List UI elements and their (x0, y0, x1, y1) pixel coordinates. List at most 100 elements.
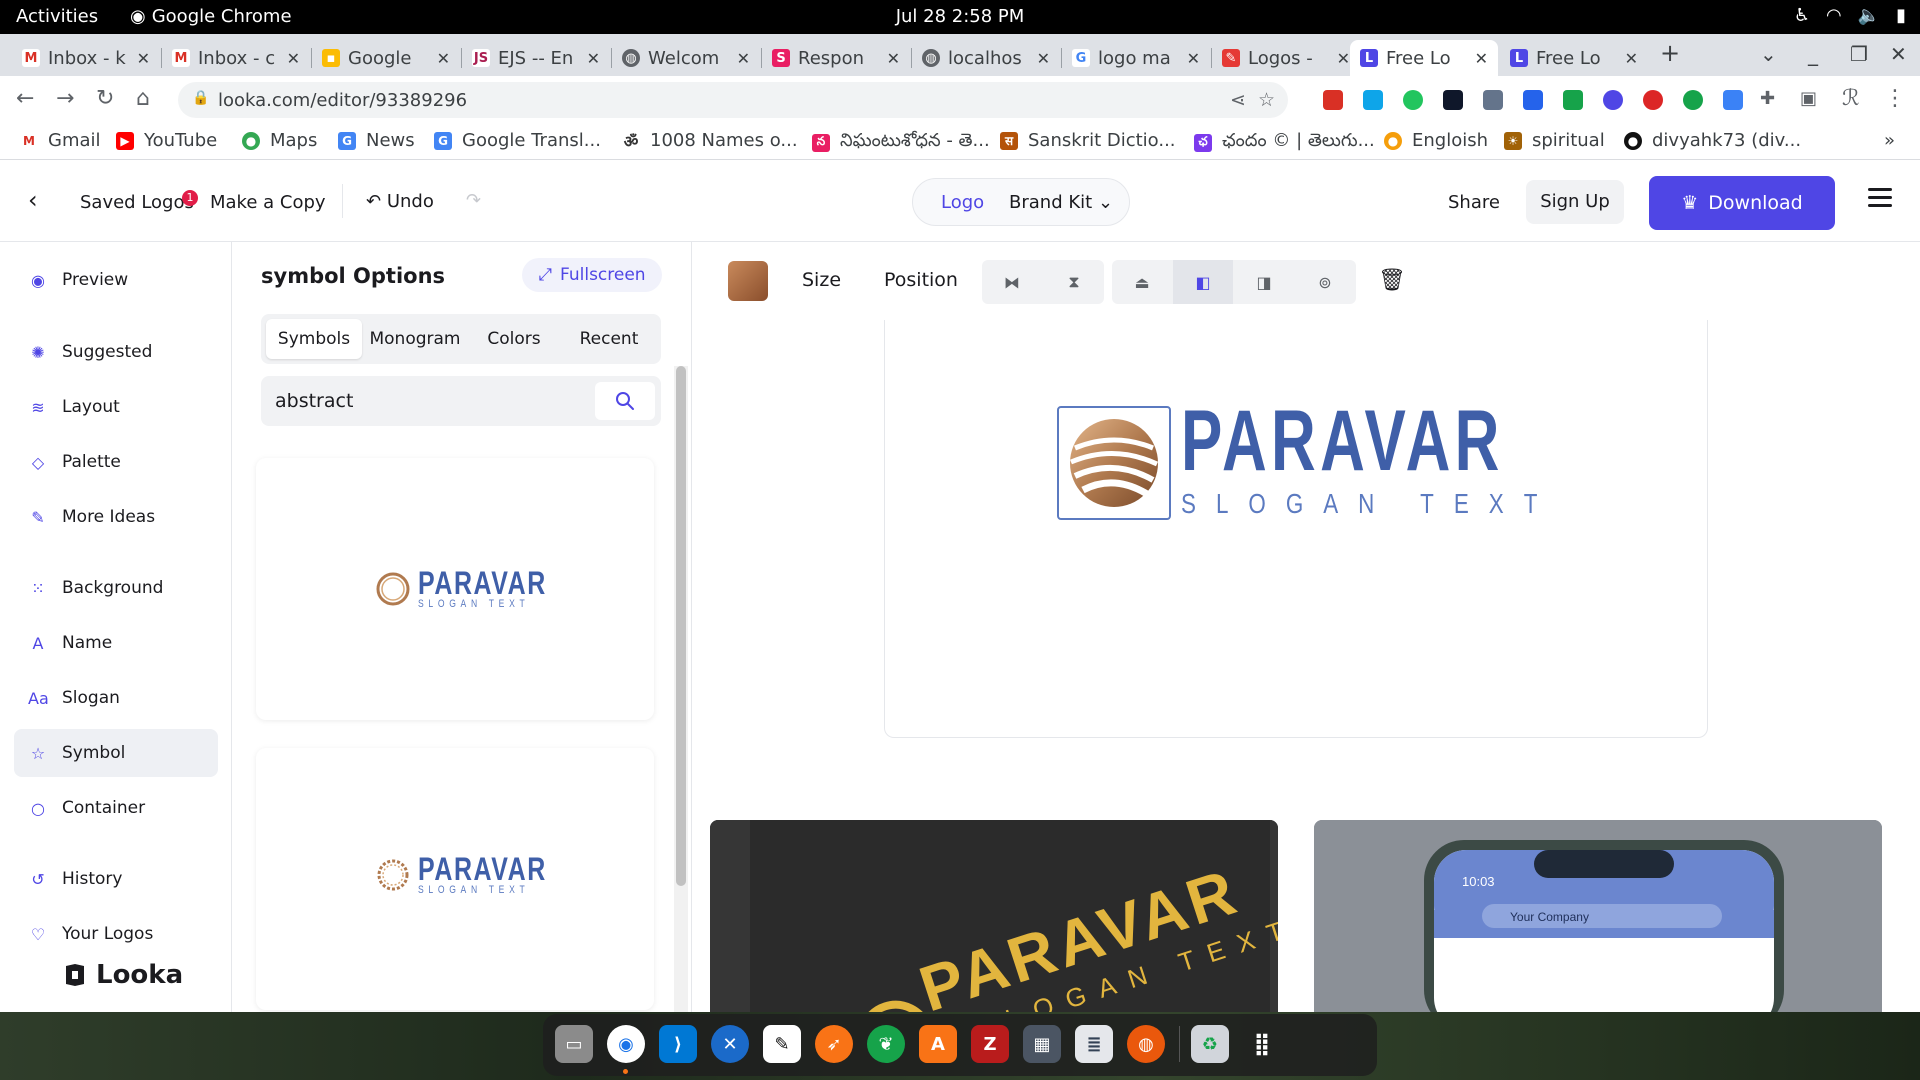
nav-history[interactable]: ↺ History (14, 855, 218, 903)
close-icon[interactable]: ✕ (137, 49, 150, 68)
symbol-option-card[interactable]: PARAVAR SLOGAN TEXT (256, 458, 654, 720)
tab-5[interactable]: ◍ Welcom ✕ (612, 40, 760, 76)
bookmark-gmail[interactable]: M Gmail (20, 130, 101, 151)
tab-8[interactable]: Glogo ma ✕ (1062, 40, 1210, 76)
notes-icon[interactable]: ✎ (763, 1025, 801, 1063)
delete-trash-icon[interactable]: 🗑 (1378, 268, 1406, 293)
tab-11[interactable]: L Free Lo ✕ (1500, 40, 1648, 76)
phone-mockup[interactable]: 10:03 Your Company (1314, 820, 1882, 1012)
symbol-top-icon[interactable]: ⏏ (1112, 260, 1172, 304)
logo-tab[interactable]: Logo (941, 192, 984, 213)
tab-symbols[interactable]: Symbols (266, 319, 362, 359)
address-bar[interactable]: 🔒 looka.com/editor/93389296 ⋖ ☆ (178, 82, 1288, 118)
extension-m-icon[interactable] (1683, 90, 1703, 110)
tab-9[interactable]: ✎ Logos - ✕ (1212, 40, 1360, 76)
forward-button[interactable]: → (56, 86, 74, 111)
close-icon[interactable]: ✕ (287, 49, 300, 68)
compass-icon[interactable]: ➶ (815, 1025, 853, 1063)
close-icon[interactable]: ✕ (737, 49, 750, 68)
extensions-puzzle-icon[interactable]: ✚ (1760, 88, 1775, 109)
bookmarks-overflow-icon[interactable]: » (1884, 130, 1895, 151)
bookmark-sanskrit-dictionary[interactable]: स Sanskrit Dictio... (1000, 130, 1176, 151)
fullscreen-button[interactable]: ⤢ Fullscreen (522, 258, 662, 292)
scrollbar-thumb[interactable] (676, 366, 686, 886)
volume-icon[interactable]: 🔈 (1858, 5, 1880, 26)
chrome-icon[interactable]: ◉ (607, 1025, 645, 1063)
bookmark-star-icon[interactable]: ☆ (1258, 89, 1275, 111)
tab-recent[interactable]: Recent (561, 319, 657, 359)
sign-up-button[interactable]: Sign Up (1526, 180, 1624, 224)
symbol-search-input[interactable] (275, 386, 575, 416)
vscode-icon[interactable]: ⟩ (659, 1025, 697, 1063)
nav-palette[interactable]: ◇ Palette (14, 438, 218, 486)
app-menu[interactable]: ◉ Google Chrome (130, 6, 292, 27)
close-icon[interactable]: ✕ (1625, 49, 1638, 68)
bookmark-github[interactable]: ● divyahk73 (div... (1624, 130, 1801, 151)
leaf-icon[interactable]: ❦ (867, 1025, 905, 1063)
hamburger-menu-icon[interactable] (1868, 188, 1892, 208)
document-viewer-icon[interactable]: ≣ (1075, 1025, 1113, 1063)
clock[interactable]: Jul 28 2:58 PM (896, 6, 1025, 27)
size-button[interactable]: Size (802, 269, 841, 291)
saved-logos-button[interactable]: Saved Logos (80, 192, 194, 213)
filezilla-icon[interactable]: Z (971, 1025, 1009, 1063)
share-icon[interactable]: ⋖ (1230, 89, 1246, 111)
battery-icon[interactable]: ▮ (1896, 5, 1906, 26)
close-icon[interactable]: ✕ (1187, 49, 1200, 68)
redo-icon[interactable]: ↷ (466, 190, 481, 211)
side-panel-icon[interactable]: ▣ (1800, 88, 1817, 109)
search-button[interactable] (595, 382, 655, 420)
files-icon[interactable]: ▭ (555, 1025, 593, 1063)
make-copy-button[interactable]: Make a Copy (210, 192, 326, 213)
activities-button[interactable]: Activities (16, 6, 98, 27)
tab-2[interactable]: M Inbox - c ✕ (162, 40, 310, 76)
nav-suggested[interactable]: ✺ Suggested (14, 328, 218, 376)
symbol-behind-icon[interactable]: ⊚ (1295, 260, 1355, 304)
video-editor-icon[interactable]: ▦ (1023, 1025, 1061, 1063)
lock-icon[interactable]: 🔒 (192, 90, 209, 106)
extension-vue-icon[interactable] (1483, 90, 1503, 110)
trash-icon[interactable]: ♻ (1191, 1025, 1229, 1063)
extension-d-icon[interactable] (1523, 90, 1543, 110)
extension-react-icon[interactable] (1443, 90, 1463, 110)
tab-1[interactable]: M Inbox - k ✕ (12, 40, 160, 76)
logo-preview-card[interactable]: PARAVAR SLOGAN TEXT (884, 320, 1708, 738)
symbol-right-icon[interactable]: ◨ (1234, 260, 1294, 304)
extension-bookmark-icon[interactable] (1323, 90, 1343, 110)
share-button[interactable]: Share (1448, 192, 1500, 213)
logo-slogan-text[interactable]: SLOGAN TEXT (1181, 488, 1557, 520)
symbol-color-swatch[interactable] (728, 261, 768, 301)
accessibility-icon[interactable]: ♿ (1794, 5, 1810, 26)
tab-colors[interactable]: Colors (469, 319, 559, 359)
tab-6[interactable]: S Respon ✕ (762, 40, 910, 76)
undo-button[interactable]: ↶ Undo (366, 191, 434, 212)
system-tray[interactable]: ♿ ◠ 🔈 ▮ (1794, 5, 1906, 26)
bookmark-youtube[interactable]: ▶ YouTube (116, 130, 217, 151)
tab-7[interactable]: ◍ localhos ✕ (912, 40, 1060, 76)
minimize-button[interactable]: _ (1808, 42, 1818, 66)
close-icon[interactable]: ✕ (437, 49, 450, 68)
wifi-icon[interactable]: ◠ (1826, 5, 1842, 26)
logo-name-text[interactable]: PARAVAR (1181, 398, 1504, 484)
close-icon[interactable]: ✕ (1475, 49, 1488, 68)
bookmark-maps[interactable]: ● Maps (242, 130, 317, 151)
profile-avatar[interactable]: ℛ (1842, 86, 1860, 111)
close-icon[interactable]: ✕ (1037, 49, 1050, 68)
symbol-left-icon[interactable]: ◧ (1173, 260, 1233, 304)
extension-zoom-icon[interactable] (1723, 90, 1743, 110)
new-tab-button[interactable]: + (1660, 39, 1680, 67)
panel-scrollbar[interactable] (674, 366, 688, 1012)
bookmark-google-translate[interactable]: G Google Transl... (434, 130, 601, 151)
tab-monogram[interactable]: Monogram (365, 319, 465, 359)
bookmark-telugu-dictionary[interactable]: న నిఘంటుశోధన - తె... (812, 130, 990, 155)
brand-kit-dropdown[interactable]: Brand Kit ⌄ (1009, 192, 1113, 213)
nav-container[interactable]: ○ Container (14, 784, 218, 832)
bookmark-1008-names[interactable]: ॐ 1008 Names o... (622, 130, 798, 151)
software-store-icon[interactable]: A (919, 1025, 957, 1063)
nav-background[interactable]: ⁙ Background (14, 564, 218, 612)
reload-button[interactable]: ↻ (96, 86, 114, 111)
browser-icon[interactable]: ✕ (711, 1025, 749, 1063)
app-grid-icon[interactable]: ⣿ (1243, 1025, 1281, 1063)
tab-3[interactable]: ▪ Google ✕ (312, 40, 460, 76)
extension-stop-icon[interactable] (1643, 90, 1663, 110)
